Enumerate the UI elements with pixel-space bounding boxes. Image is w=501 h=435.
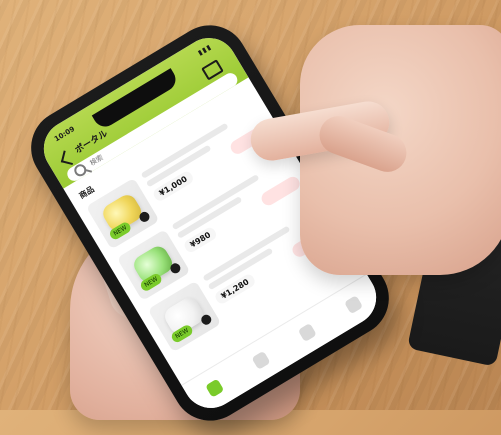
status-icons: ▮▮▮ <box>196 42 214 58</box>
add-to-cart-pill[interactable] <box>259 174 303 208</box>
back-icon[interactable] <box>60 150 76 166</box>
search-nav-icon[interactable] <box>251 350 271 370</box>
profile-icon[interactable] <box>343 295 364 315</box>
product-thumbnail[interactable]: NEW <box>147 280 222 353</box>
favorite-icon[interactable] <box>297 322 317 343</box>
home-icon[interactable] <box>205 378 225 398</box>
status-time: 10:09 <box>53 125 77 144</box>
